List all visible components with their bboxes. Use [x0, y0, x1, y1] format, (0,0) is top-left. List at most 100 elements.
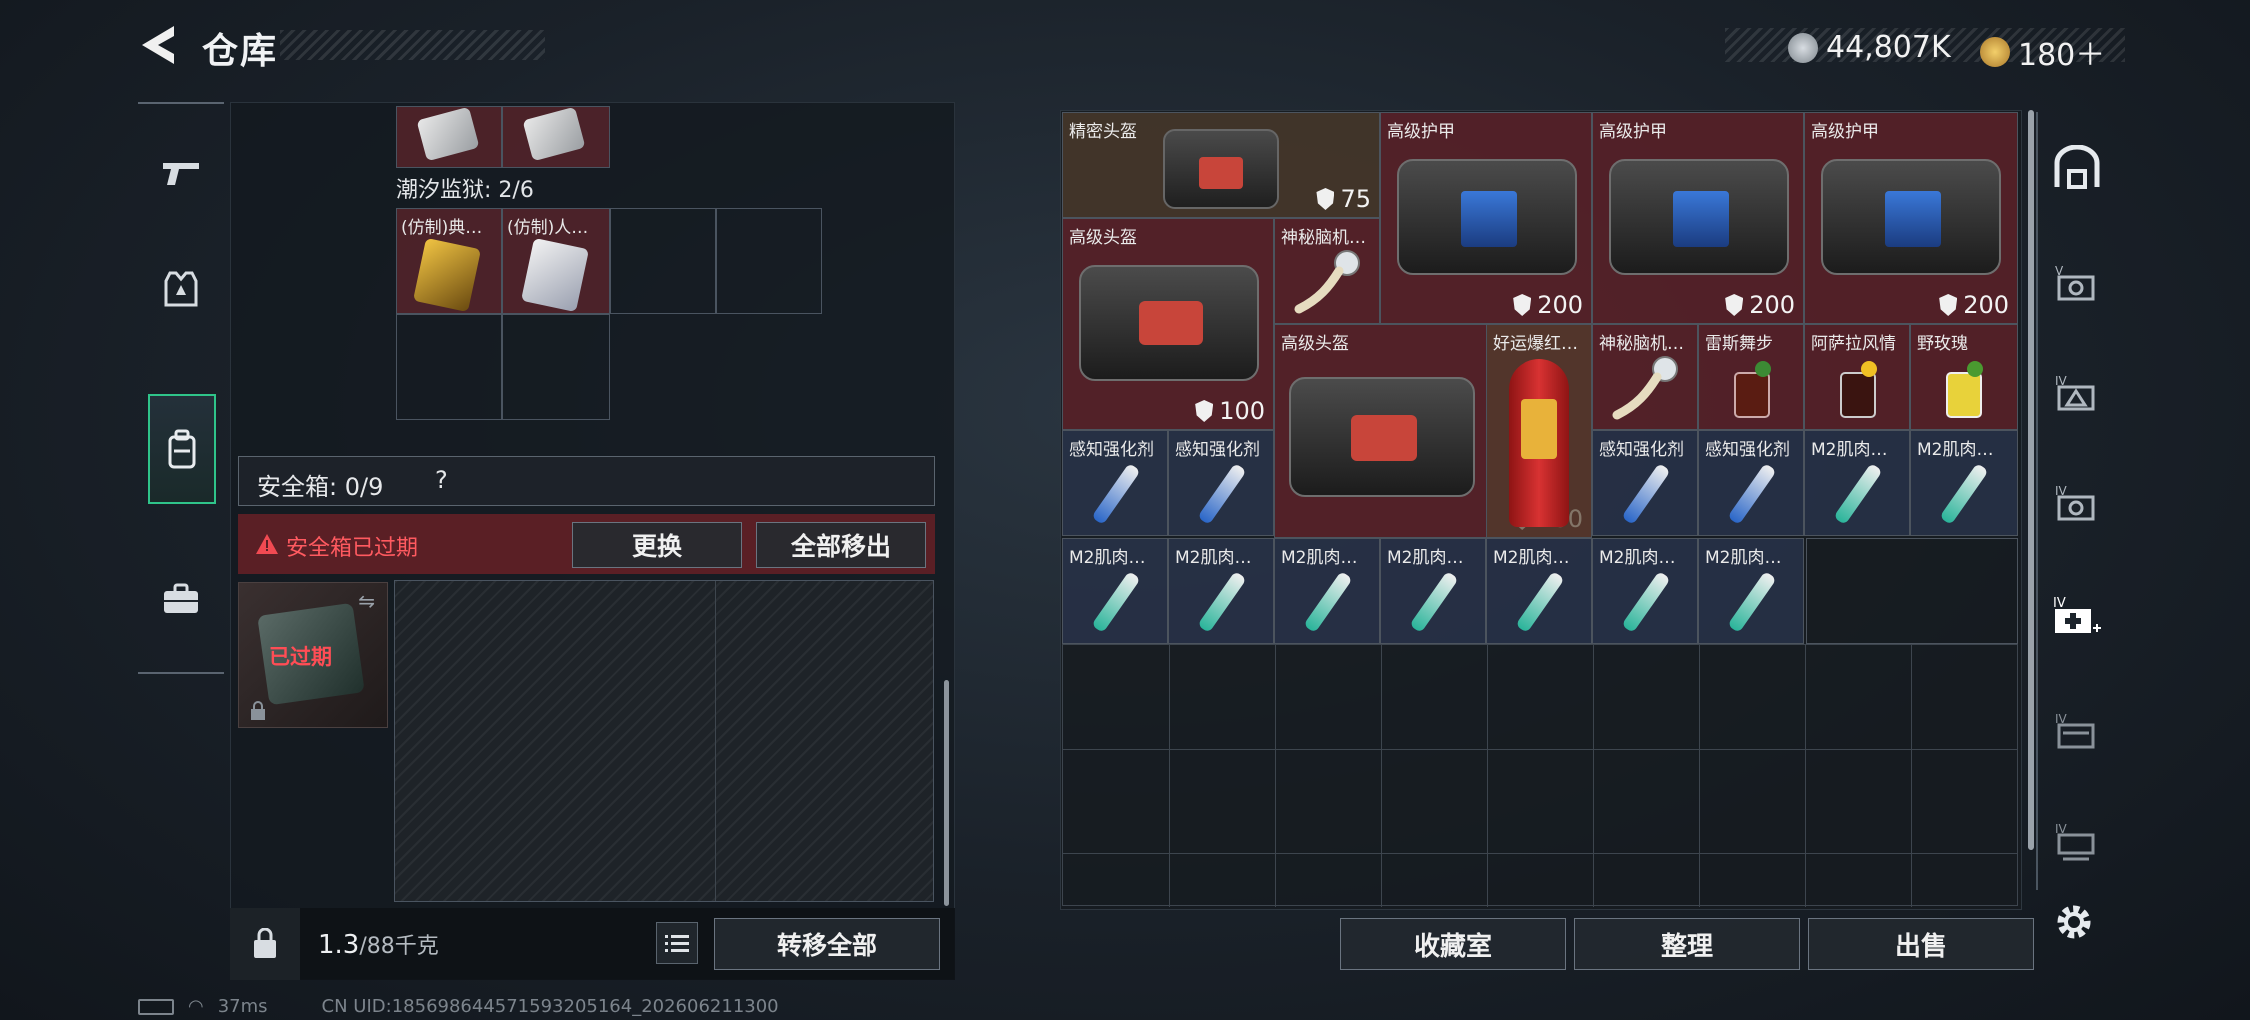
stash-item[interactable]: 感知强化剂 [1698, 430, 1804, 536]
stash-item[interactable]: 精密头盔 75 [1062, 112, 1380, 218]
safe-box-slot[interactable]: ⇋ 已过期 [238, 582, 388, 728]
helmet-case-icon [1079, 265, 1259, 381]
remove-all-button[interactable]: 全部移出 [756, 522, 926, 568]
stash-item[interactable]: M2肌肉… [1380, 538, 1486, 644]
stash-item[interactable]: 感知强化剂 [1592, 430, 1698, 536]
stash-item[interactable]: 雷斯舞步 [1698, 324, 1804, 430]
sell-button[interactable]: 出售 [1808, 918, 2034, 970]
list-icon [665, 935, 689, 952]
nav-storage-medical[interactable]: IV [2048, 588, 2106, 646]
stash-item[interactable]: M2肌肉… [1804, 430, 1910, 536]
swap-icon: ⇋ [358, 589, 375, 613]
stash-scrollbar[interactable] [2028, 110, 2034, 850]
container-slot-empty[interactable] [610, 208, 716, 314]
settings-button[interactable] [2052, 900, 2096, 944]
gold-coin-icon [1980, 37, 2010, 67]
stash-item[interactable]: 神秘脑机… [1274, 218, 1380, 324]
back-arrow-icon [142, 26, 174, 64]
nav-storage-v[interactable]: V [2048, 254, 2106, 312]
syringe-green-icon [1833, 462, 1883, 526]
stash-empty-area[interactable] [1062, 644, 2018, 907]
brain-chip-icon [1612, 356, 1678, 420]
durability: 200 [1513, 291, 1583, 319]
nav-storage-iv-a[interactable]: IV [2048, 364, 2106, 422]
list-view-button[interactable] [656, 922, 698, 964]
helmet-case-icon [1163, 129, 1279, 209]
container-item[interactable]: (仿制)典… [396, 208, 502, 314]
battery-icon [138, 998, 174, 1015]
container-item[interactable]: (仿制)人… [502, 208, 610, 314]
silver-coin-icon [1788, 32, 1818, 63]
currency-silver[interactable]: 44,807K [1788, 30, 1951, 65]
stash-item[interactable]: 野玫瑰 [1910, 324, 2018, 430]
nav-backpack[interactable] [148, 394, 216, 504]
nav-storage-main[interactable] [2048, 138, 2106, 196]
uid-text: CN UID:185698644571593205164_20260621130… [321, 996, 779, 1017]
stash-item[interactable]: 好运爆红… [1486, 324, 1592, 538]
stash-item[interactable]: 神秘脑机… [1592, 324, 1698, 430]
nav-weapons[interactable] [138, 118, 224, 228]
stash-item[interactable]: 高级护甲 200 [1380, 112, 1592, 324]
stash-item[interactable]: M2肌肉… [1592, 538, 1698, 644]
replace-button[interactable]: 更换 [572, 522, 742, 568]
stash-item[interactable]: M2肌肉… [1062, 538, 1168, 644]
keycard-silver-icon [520, 237, 590, 313]
item-label: 高级头盔 [1281, 334, 1349, 354]
silver-amount: 44,807K [1826, 30, 1951, 65]
left-scrollbar[interactable] [944, 680, 949, 906]
weight-icon [254, 928, 276, 958]
transfer-all-button[interactable]: 转移全部 [714, 918, 940, 970]
item-card-icon [416, 106, 480, 162]
item-label: 高级头盔 [1069, 228, 1137, 248]
grid-line [1593, 645, 1594, 907]
right-nav: V IV IV IV IV IV [2036, 112, 2112, 890]
item-label: 野玫瑰 [1917, 334, 1968, 354]
stash-item[interactable]: M2肌肉… [1910, 430, 2018, 536]
container-slot[interactable] [396, 106, 502, 168]
item-label: M2肌肉… [1599, 548, 1676, 568]
gear-icon [2057, 905, 2091, 939]
stash-item[interactable]: 感知强化剂 [1168, 430, 1274, 536]
grid-line [1911, 645, 1912, 907]
pistol-icon [163, 163, 199, 185]
item-label: (仿制)人… [507, 218, 589, 238]
backpack-icon [168, 429, 196, 469]
left-nav [138, 102, 224, 674]
stash-item[interactable]: M2肌肉… [1486, 538, 1592, 644]
container-slot[interactable] [502, 106, 610, 168]
collection-room-button[interactable]: 收藏室 [1340, 918, 1566, 970]
stash-item[interactable]: M2肌肉… [1168, 538, 1274, 644]
storage-v-icon: V [2055, 264, 2095, 301]
item-label: M2肌肉… [1069, 548, 1146, 568]
armor-emblem [1461, 191, 1517, 247]
stash-item[interactable]: M2肌肉… [1698, 538, 1804, 644]
stash-item[interactable]: 高级护甲 200 [1592, 112, 1804, 324]
item-label: 神秘脑机… [1599, 334, 1684, 354]
stash-item[interactable]: M2肌肉… [1274, 538, 1380, 644]
help-icon[interactable]: ? [435, 466, 448, 494]
shield-icon [1939, 294, 1958, 316]
stash-slot-empty[interactable] [1806, 538, 2018, 644]
nav-toolbox[interactable] [138, 544, 224, 654]
weight-lock[interactable] [230, 908, 300, 980]
stash-item[interactable]: 感知强化剂 [1062, 430, 1168, 536]
container-slot-empty[interactable] [502, 314, 610, 420]
nav-storage-iv-d[interactable]: IV [2048, 812, 2106, 870]
grid-line [1487, 645, 1488, 907]
wifi-icon: ◠ [188, 996, 204, 1017]
safe-box-label: 安全箱: 0/9 [257, 473, 384, 501]
organize-button[interactable]: 整理 [1574, 918, 1800, 970]
currency-gold[interactable]: 180＋ [1980, 30, 2105, 74]
stash-item[interactable]: 高级护甲 200 [1804, 112, 2018, 324]
stash-item[interactable]: 高级头盔 100 [1062, 218, 1274, 430]
grid-line [1699, 645, 1700, 907]
container-slot-empty[interactable] [396, 314, 502, 420]
safe-box-grid[interactable] [394, 580, 934, 902]
stash-item[interactable]: 阿萨拉风情 [1804, 324, 1910, 430]
shield-icon [1513, 294, 1532, 316]
back-button[interactable] [136, 22, 182, 68]
nav-storage-iv-b[interactable]: IV [2048, 474, 2106, 532]
nav-armor[interactable] [138, 234, 224, 344]
container-slot-empty[interactable] [716, 208, 822, 314]
nav-storage-iv-c[interactable]: IV [2048, 702, 2106, 760]
